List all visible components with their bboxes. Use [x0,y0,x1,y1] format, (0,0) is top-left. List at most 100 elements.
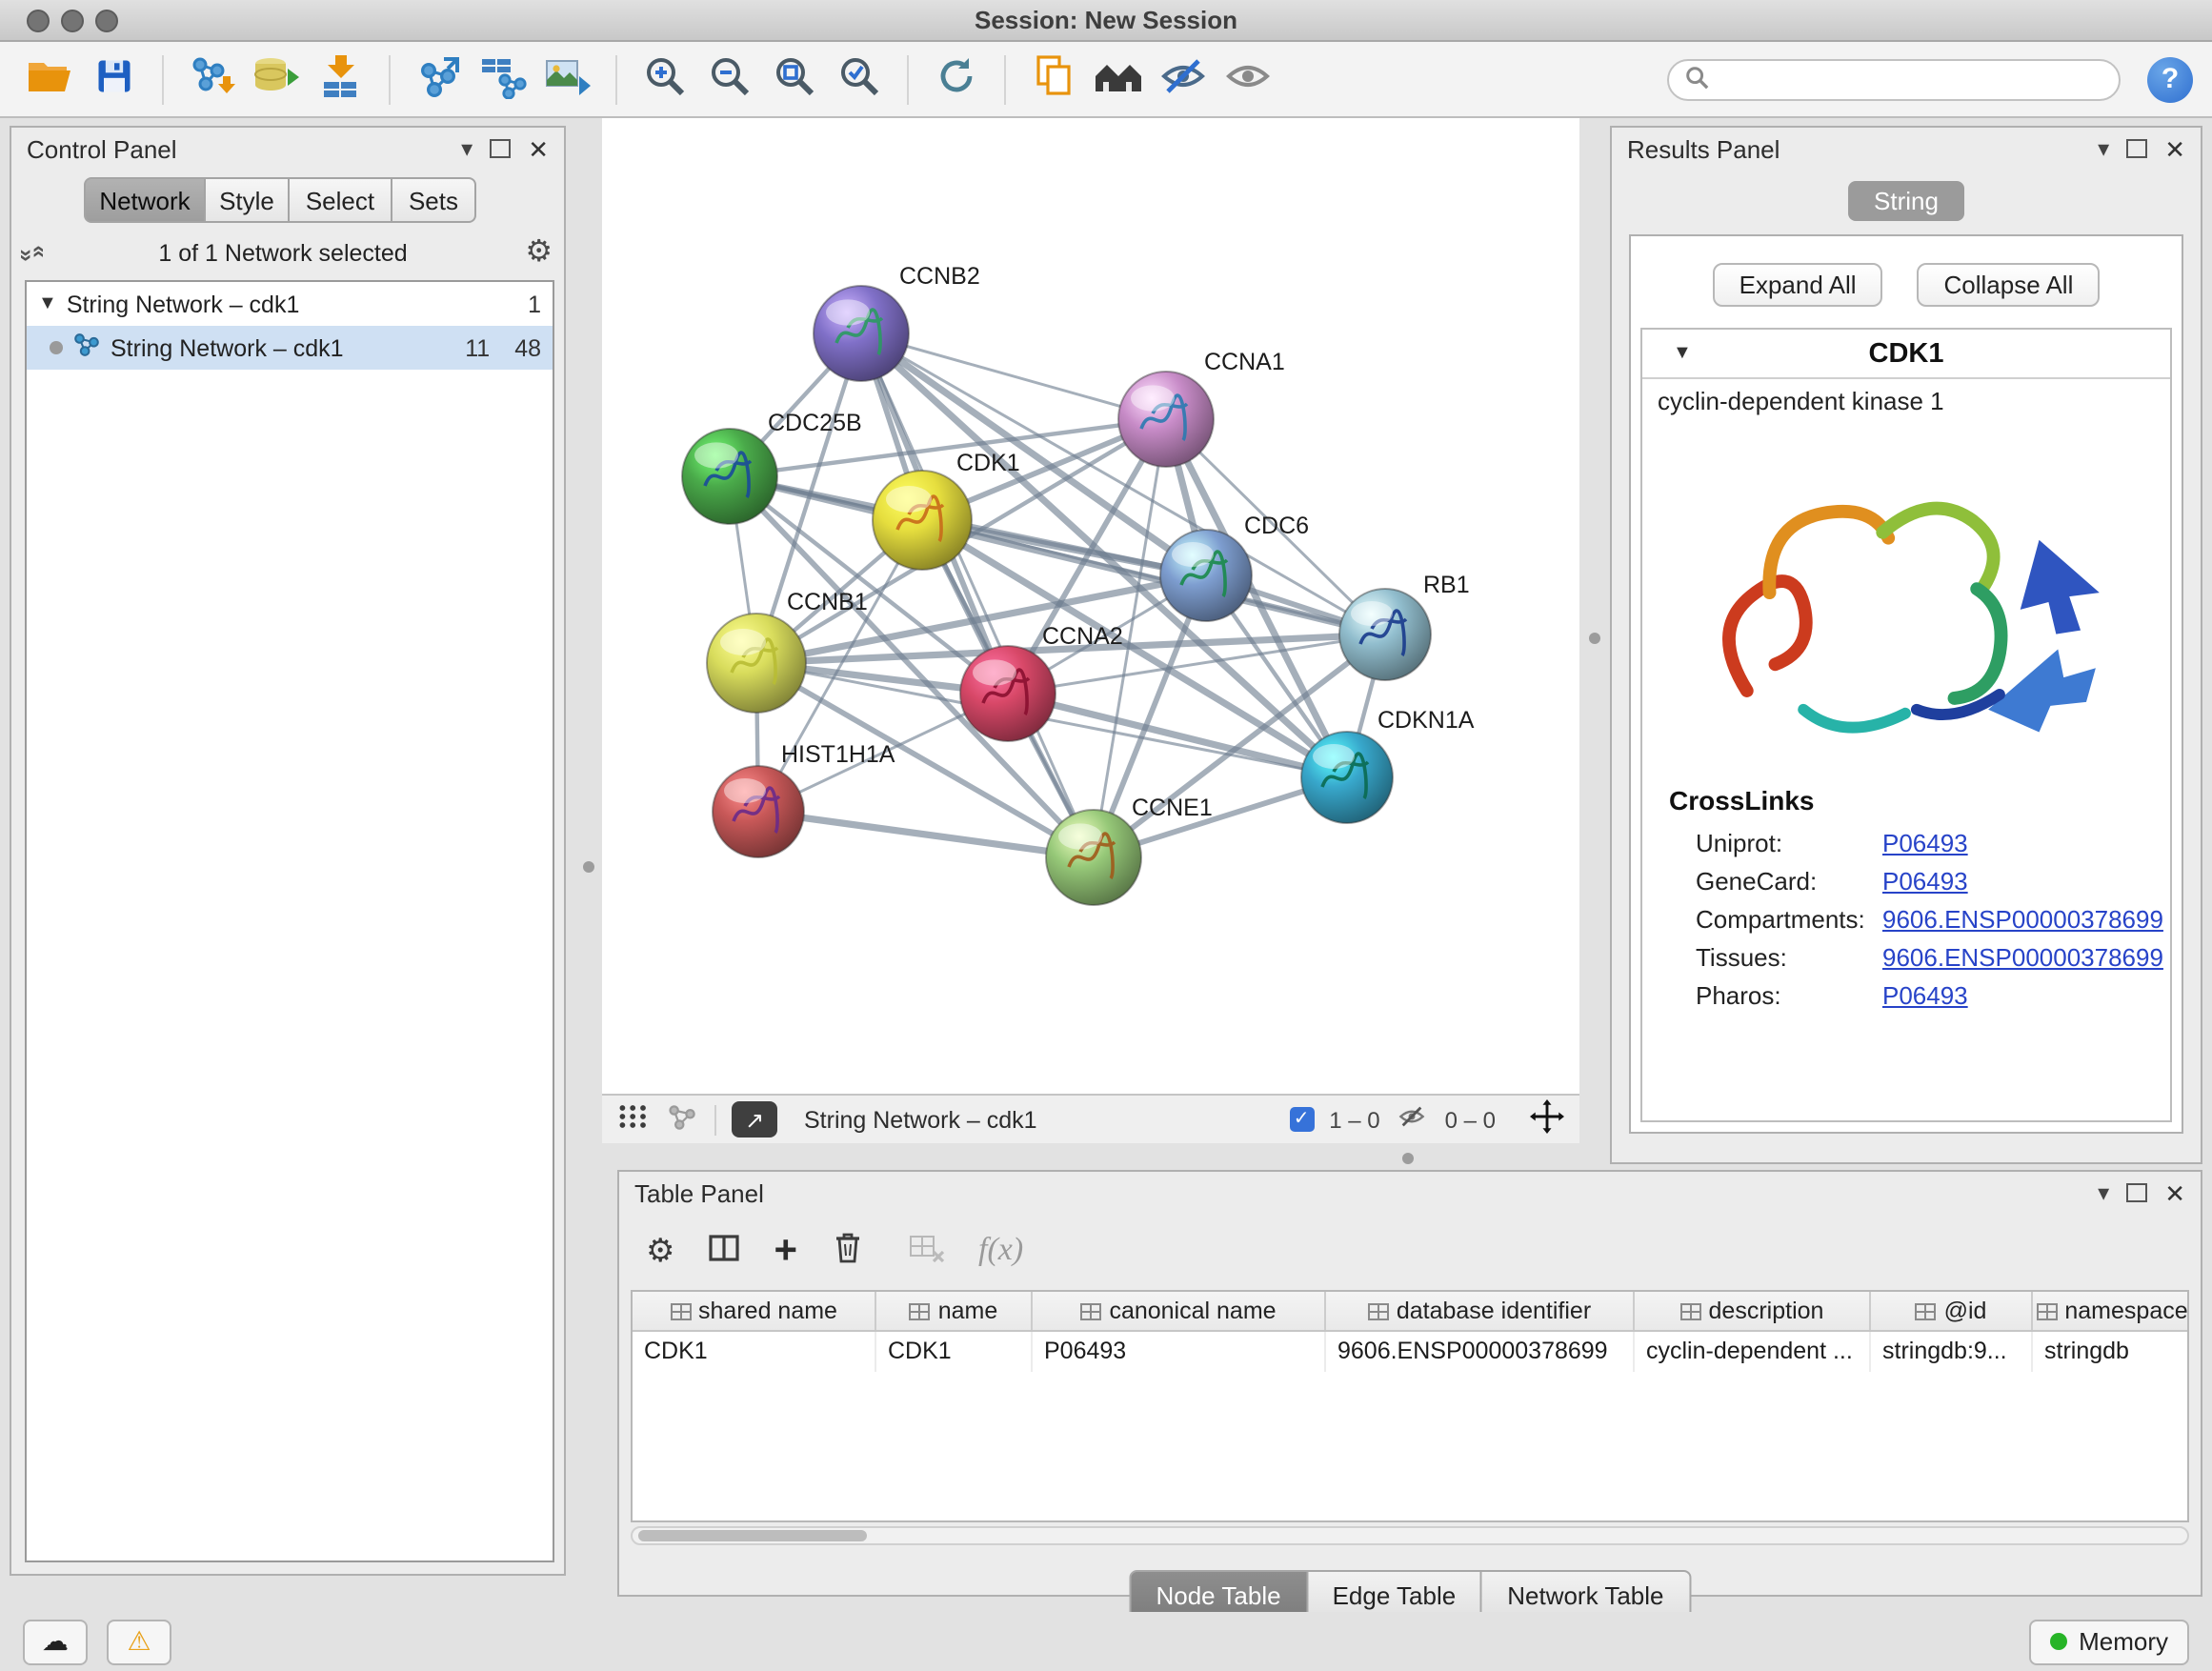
gene-card-collapse-caret-icon[interactable]: ▼ [1673,343,1692,364]
network-row-selected[interactable]: String Network – cdk1 11 48 [27,326,553,370]
panel-float-icon[interactable] [2126,139,2147,158]
save-session-button[interactable] [84,49,145,110]
tab-select[interactable]: Select [290,177,392,223]
column-header[interactable]: description [1635,1292,1871,1330]
cloud-status-button[interactable]: ☁ [23,1619,88,1664]
hide-selection-button[interactable] [1153,49,1214,110]
network-options-gear-icon[interactable]: ⚙ [525,238,553,269]
import-network-from-file-button[interactable] [181,49,242,110]
help-button[interactable]: ? [2147,56,2193,102]
panel-float-icon[interactable] [490,139,511,158]
table-cell[interactable]: CDK1 [633,1332,876,1372]
selected-checkbox-icon[interactable]: ✓ [1289,1107,1314,1132]
apply-layout-button[interactable] [926,49,987,110]
zoom-fit-button[interactable] [764,49,825,110]
splitter-handle[interactable] [1589,633,1600,644]
tab-sets[interactable]: Sets [392,177,476,223]
table-cell[interactable]: P06493 [1033,1332,1326,1372]
detach-view-button[interactable]: ↗ [732,1101,777,1137]
export-image-button[interactable] [537,49,598,110]
table-row[interactable]: CDK1 CDK1 P06493 9606.ENSP00000378699 cy… [633,1332,2187,1372]
gene-card-header[interactable]: ▼ CDK1 [1642,330,2170,379]
clone-network-button[interactable] [408,49,469,110]
table-cell[interactable]: CDK1 [876,1332,1033,1372]
collapse-all-networks-icon[interactable]: » [23,249,50,257]
collection-expand-caret-icon[interactable]: ▼ [38,293,57,314]
column-header[interactable]: database identifier [1326,1292,1635,1330]
panel-close-icon[interactable]: ✕ [2164,136,2185,161]
network-node-cdkn1a[interactable] [1301,732,1393,823]
panel-menu-caret-icon[interactable]: ▾ [2098,1181,2109,1204]
expand-all-button[interactable]: Expand All [1713,263,1883,307]
column-header[interactable]: @id [1871,1292,2033,1330]
first-neighbors-button[interactable] [1088,49,1149,110]
network-node-cdk1[interactable] [873,471,972,570]
network-node-ccna1[interactable] [1118,372,1214,467]
network-node-ccnb1[interactable] [707,614,806,713]
results-panel: Results Panel ▾ ✕ String Expand All Coll… [1610,126,2202,1164]
panel-float-icon[interactable] [2126,1183,2147,1202]
warnings-button[interactable]: ⚠ [107,1619,171,1664]
network-canvas[interactable]: CCNB2CCNA1CDC25BCDK1CDC6RB1CCNB1CCNA2CDK… [602,118,1579,1094]
crosslink-link[interactable]: 9606.ENSP00000378699 [1882,904,2163,933]
column-header[interactable]: shared name [633,1292,876,1330]
results-panel-header: Results Panel ▾ ✕ [1612,128,2201,170]
network-node-ccna2[interactable] [960,646,1056,741]
column-header[interactable]: namespace [2033,1292,2189,1330]
crosslink-link[interactable]: P06493 [1882,980,1968,1009]
network-edge-HIST1H1A-CCNE1[interactable] [758,812,1094,857]
import-network-from-database-button[interactable] [246,49,307,110]
open-session-button[interactable] [19,49,80,110]
paste-button[interactable] [1023,49,1084,110]
table-cell[interactable]: stringdb [2033,1332,2189,1372]
network-node-hist1h1a[interactable] [713,766,804,857]
panel-close-icon[interactable]: ✕ [528,136,549,161]
splitter-handle[interactable] [583,861,594,873]
hidden-eye-slash-icon[interactable] [1396,1103,1430,1136]
show-all-button[interactable] [1217,49,1278,110]
panel-menu-caret-icon[interactable]: ▾ [2098,137,2109,160]
delete-column-trash-icon[interactable] [832,1231,862,1269]
import-table-from-file-button[interactable] [311,49,372,110]
crosslink-link[interactable]: 9606.ENSP00000378699 [1882,942,2163,971]
column-header[interactable]: canonical name [1033,1292,1326,1330]
memory-button[interactable]: Memory [2029,1619,2189,1664]
create-network-from-table-button[interactable] [473,49,533,110]
network-node-ccne1[interactable] [1046,810,1141,905]
pan-crosshair-icon[interactable] [1530,1099,1564,1139]
scrollbar-thumb[interactable] [638,1530,867,1541]
zoom-selected-button[interactable] [829,49,890,110]
results-tab-string[interactable]: String [1847,181,1965,221]
crosslink-link[interactable]: P06493 [1882,828,1968,856]
search-input[interactable] [1720,64,2103,94]
crosslink-link[interactable]: P06493 [1882,866,1968,895]
table-cell[interactable]: stringdb:9... [1871,1332,2033,1372]
panel-menu-caret-icon[interactable]: ▾ [461,137,473,160]
node-label-ccna2: CCNA2 [1042,623,1123,650]
global-search-field[interactable] [1667,58,2121,100]
network-view-share-icon[interactable] [667,1102,699,1137]
add-column-icon[interactable]: + [774,1230,798,1270]
function-builder-icon[interactable]: f(x) [978,1231,1023,1269]
panel-close-icon[interactable]: ✕ [2164,1180,2185,1205]
network-collection-row[interactable]: ▼ String Network – cdk1 1 [27,282,553,326]
tab-style[interactable]: Style [206,177,290,223]
network-node-rb1[interactable] [1339,589,1431,680]
grid-view-icon[interactable] [617,1101,652,1137]
zoom-out-button[interactable] [699,49,760,110]
crosslink-label: Tissues: [1696,942,1882,971]
network-node-ccnb2[interactable] [814,286,909,381]
collapse-all-button[interactable]: Collapse All [1918,263,2101,307]
table-cell[interactable]: cyclin-dependent ... [1635,1332,1871,1372]
table-horizontal-scrollbar[interactable] [631,1526,2189,1545]
table-settings-gear-icon[interactable]: ⚙ [646,1234,675,1266]
tab-network[interactable]: Network [84,177,206,223]
network-node-cdc25b[interactable] [682,429,777,524]
show-columns-icon[interactable] [710,1234,740,1266]
zoom-in-button[interactable] [634,49,695,110]
control-panel-header: Control Panel ▾ ✕ [11,128,564,170]
table-cell[interactable]: 9606.ENSP00000378699 [1326,1332,1635,1372]
splitter-handle[interactable] [1402,1153,1414,1164]
column-header[interactable]: name [876,1292,1033,1330]
network-node-cdc6[interactable] [1160,530,1252,621]
